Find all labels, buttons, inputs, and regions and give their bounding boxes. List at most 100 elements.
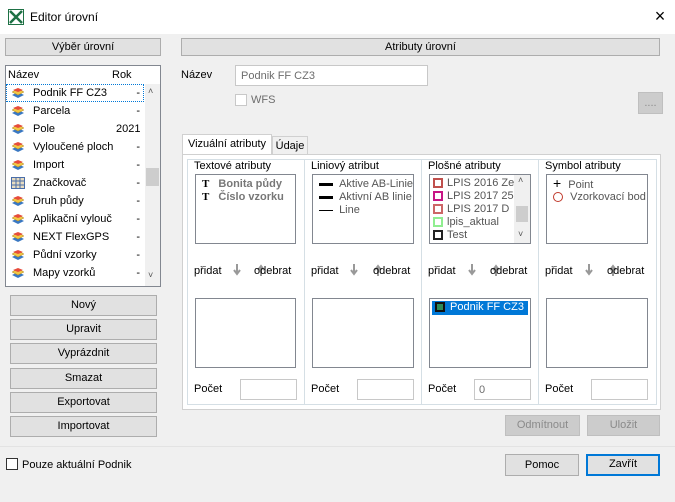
scroll-down-icon[interactable]: ˅ bbox=[518, 229, 523, 239]
count-label: Počet bbox=[545, 383, 574, 395]
export-button[interactable]: Exportovat bbox=[10, 392, 157, 413]
line-attributes-list[interactable]: Aktive AB-Linie Aktivní AB linie Line bbox=[312, 174, 414, 244]
list-item[interactable]: Import - bbox=[6, 156, 144, 174]
symbol-attributes-list[interactable]: + Point Vzorkovací bod bbox=[546, 174, 648, 244]
level-selection-header[interactable]: Výběr úrovní bbox=[5, 38, 161, 56]
layer-icon bbox=[11, 267, 25, 279]
list-item[interactable]: T Bonita půdy bbox=[202, 178, 282, 190]
reject-button[interactable]: Odmítnout bbox=[505, 415, 580, 436]
only-current-checkbox[interactable] bbox=[6, 458, 18, 470]
sample-point-icon bbox=[553, 192, 563, 203]
more-button[interactable]: .... bbox=[638, 92, 663, 114]
layer-icon bbox=[11, 159, 25, 171]
wfs-label: WFS bbox=[251, 94, 276, 106]
tab-data[interactable]: Údaje bbox=[272, 136, 308, 155]
area-attributes-selected-list[interactable]: Podnik FF CZ3 bbox=[429, 298, 531, 368]
text-t-icon: T bbox=[202, 191, 210, 203]
column-separator bbox=[538, 160, 539, 404]
scrollbar-thumb[interactable] bbox=[516, 206, 528, 222]
close-button[interactable]: Zavřít bbox=[586, 454, 660, 476]
level-attributes-header[interactable]: Atributy úrovní bbox=[181, 38, 660, 56]
area-color-swatch bbox=[433, 204, 443, 215]
level-list-rows: Podnik FF CZ3- Parcela - Pole 2021 Vyloučené … bbox=[6, 84, 144, 284]
remove-label: odebrat bbox=[490, 265, 528, 277]
list-item[interactable]: Vzorkovací bod bbox=[553, 191, 646, 203]
area-attributes-list[interactable]: LPIS 2016 Ze LPIS 2017 25 LPIS 2017 Dlpis_… bbox=[429, 174, 531, 244]
layer-icon bbox=[11, 87, 25, 99]
list-item[interactable]: Druh půdy - bbox=[6, 192, 144, 210]
line-attribute-title: Liniový atribut bbox=[311, 160, 379, 172]
import-button[interactable]: Importovat bbox=[10, 416, 157, 437]
list-item[interactable]: T Číslo vzorku bbox=[202, 191, 284, 203]
line-attributes-selected-list[interactable] bbox=[312, 298, 414, 368]
list-item[interactable]: Test bbox=[433, 229, 467, 241]
list-item[interactable]: Aktivní AB linie bbox=[319, 191, 412, 203]
list-item[interactable]: + Point bbox=[553, 176, 593, 191]
layer-icon bbox=[11, 105, 25, 117]
add-label: přidat bbox=[545, 265, 573, 277]
area-count-field[interactable]: 0 bbox=[474, 379, 531, 400]
symbol-count-field[interactable] bbox=[591, 379, 648, 400]
list-item[interactable]: Značkovač - bbox=[6, 174, 144, 192]
add-arrow-icon[interactable] bbox=[468, 264, 476, 279]
count-label: Počet bbox=[311, 383, 340, 395]
list-item[interactable]: Vyloučené ploch - bbox=[6, 138, 144, 156]
area-color-swatch bbox=[433, 217, 443, 228]
list-item[interactable]: LPIS 2016 Ze bbox=[433, 177, 514, 189]
list-item[interactable]: Půdní vzorky - bbox=[6, 246, 144, 264]
remove-label: odebrat bbox=[607, 265, 645, 277]
list-item[interactable]: Podnik FF CZ3- bbox=[6, 84, 144, 102]
layer-icon bbox=[11, 195, 25, 207]
area-attributes-items: LPIS 2016 Ze LPIS 2017 25 LPIS 2017 Dlpis_… bbox=[430, 175, 514, 243]
add-arrow-icon[interactable] bbox=[350, 264, 358, 279]
list-item[interactable]: lpis_aktual bbox=[433, 216, 499, 228]
count-label: Počet bbox=[194, 383, 223, 395]
delete-button[interactable]: Smazat bbox=[10, 368, 157, 389]
add-arrow-icon[interactable] bbox=[233, 264, 241, 279]
tab-visual-attributes[interactable]: Vizuální atributy bbox=[182, 134, 272, 155]
area-attributes-title: Plošné atributy bbox=[428, 160, 501, 172]
save-button[interactable]: Uložit bbox=[587, 415, 660, 436]
help-button[interactable]: Pomoc bbox=[505, 454, 579, 476]
area-color-swatch bbox=[433, 191, 443, 202]
layer-icon bbox=[11, 213, 25, 225]
new-button[interactable]: Nový bbox=[10, 295, 157, 316]
text-attributes-title: Textové atributy bbox=[194, 160, 272, 172]
list-item[interactable]: NEXT FlexGPS - bbox=[6, 228, 144, 246]
list-item[interactable]: LPIS 2017 25 bbox=[433, 190, 514, 202]
add-arrow-icon[interactable] bbox=[585, 264, 593, 279]
level-list[interactable]: Název Rok Podnik FF CZ3- Parcela - Pole 2021… bbox=[5, 65, 161, 287]
list-item[interactable]: Parcela - bbox=[6, 102, 144, 120]
text-count-field[interactable] bbox=[240, 379, 297, 400]
close-icon[interactable]: × bbox=[650, 7, 670, 27]
list-item[interactable]: Aplikační vylouč - bbox=[6, 210, 144, 228]
line-count-field[interactable] bbox=[357, 379, 414, 400]
list-item[interactable]: Aktive AB-Linie bbox=[319, 178, 413, 190]
edit-button[interactable]: Upravit bbox=[10, 319, 157, 340]
list-header-name[interactable]: Název bbox=[8, 69, 39, 81]
list-item[interactable]: Podnik FF CZ3 bbox=[432, 301, 528, 315]
level-list-scrollbar[interactable]: ˄ ˅ bbox=[145, 84, 160, 286]
list-item[interactable]: LPIS 2017 D bbox=[433, 203, 509, 215]
text-attributes-list[interactable]: T Bonita půdy T Číslo vzorku bbox=[195, 174, 296, 244]
scroll-up-icon[interactable]: ˄ bbox=[518, 175, 523, 185]
scroll-up-icon[interactable]: ˄ bbox=[148, 86, 153, 96]
layer-icon bbox=[11, 231, 25, 243]
list-item[interactable]: Mapy vzorků - bbox=[6, 264, 144, 282]
list-item[interactable]: Pole 2021 bbox=[6, 120, 144, 138]
symbol-attributes-selected-list[interactable] bbox=[546, 298, 648, 368]
list-item[interactable]: Line bbox=[319, 204, 360, 216]
name-input[interactable]: Podnik FF CZ3 bbox=[235, 65, 428, 86]
empty-button[interactable]: Vyprázdnit bbox=[10, 343, 157, 364]
scroll-down-icon[interactable]: ˅ bbox=[148, 270, 153, 280]
text-attributes-selected-list[interactable] bbox=[195, 298, 296, 368]
area-list-scrollbar[interactable]: ˄ ˅ bbox=[514, 175, 530, 243]
thick-line-icon bbox=[319, 182, 333, 186]
title-bar: Editor úrovní × bbox=[0, 0, 675, 34]
list-header-year[interactable]: Rok bbox=[112, 69, 132, 81]
scrollbar-thumb[interactable] bbox=[146, 168, 159, 186]
thin-line-icon bbox=[319, 209, 333, 211]
wfs-checkbox[interactable] bbox=[235, 94, 247, 106]
layer-icon bbox=[11, 123, 25, 135]
add-label: přidat bbox=[311, 265, 339, 277]
